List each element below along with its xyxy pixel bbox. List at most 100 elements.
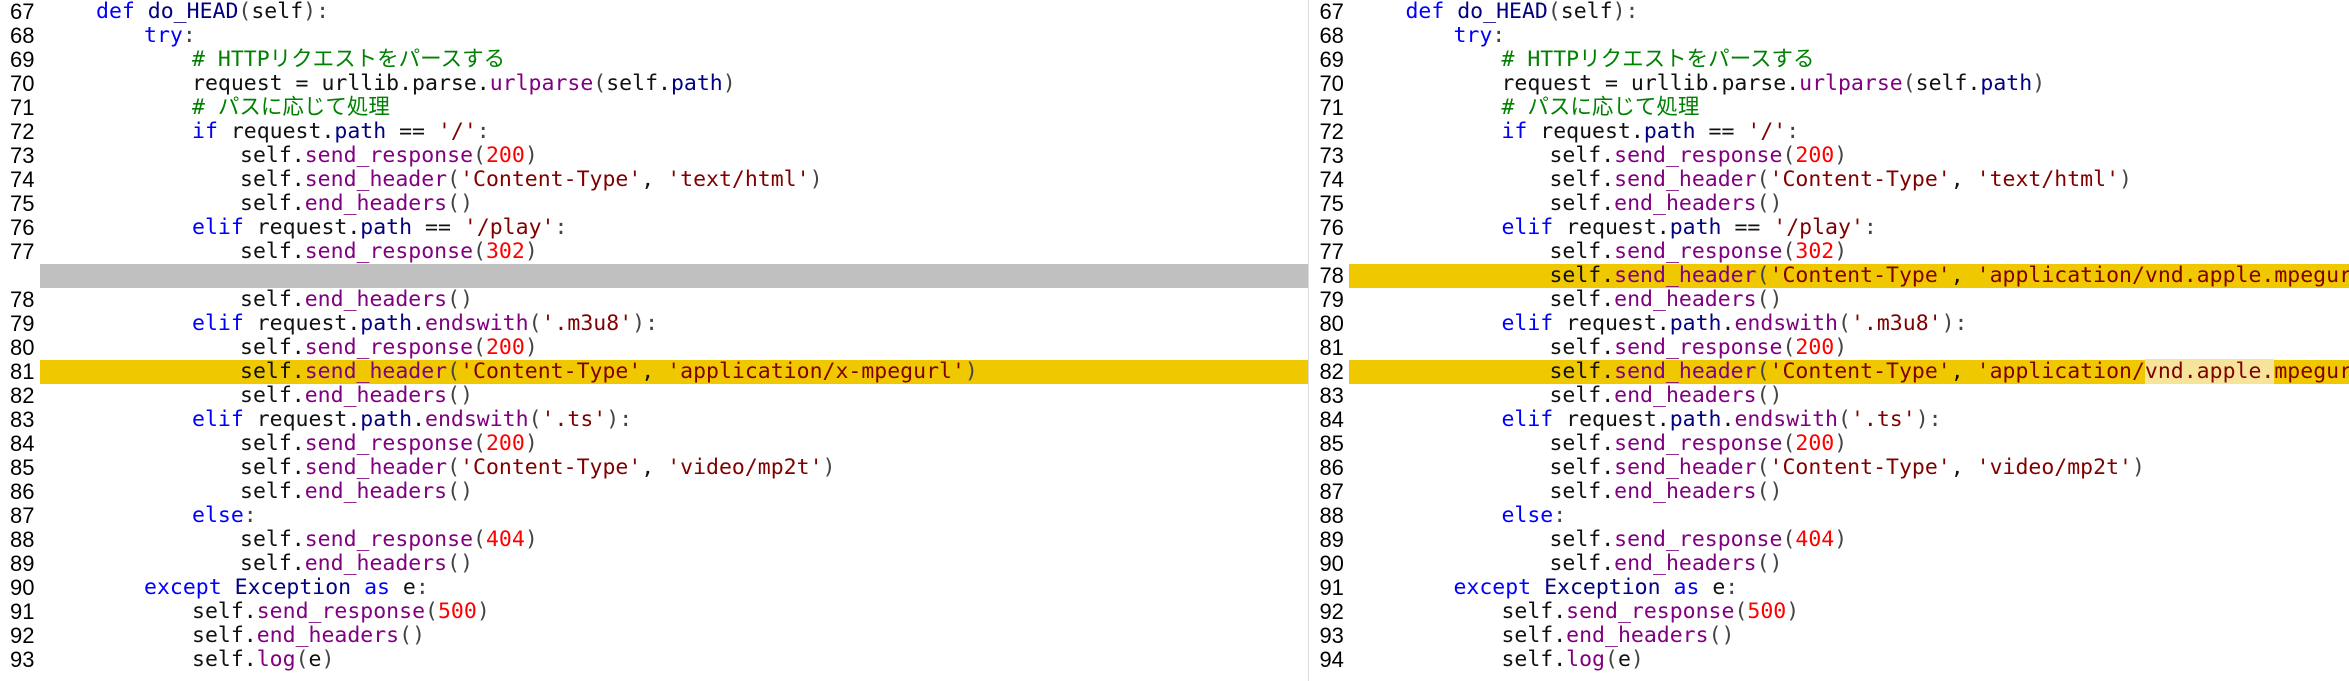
line-number: 89 — [1319, 527, 1344, 552]
code-token: ( — [1838, 311, 1851, 336]
code-text: self.send_header('Content-Type', 'text/h… — [40, 168, 1308, 192]
line-number: 74 — [1319, 167, 1344, 192]
code-token: self. — [240, 479, 305, 504]
code-token: ): — [1915, 407, 1942, 432]
code-token: send_header — [304, 167, 448, 192]
line-number: 71 — [1319, 95, 1344, 120]
code-token: self. — [1549, 455, 1615, 480]
code-token: 'application/ — [1976, 359, 2145, 384]
code-token: == — [412, 215, 464, 240]
code-line: 92 self.end_headers() — [0, 624, 1308, 648]
code-token: self. — [1501, 623, 1567, 648]
line-number: 87 — [10, 503, 35, 528]
code-token: request. — [1553, 215, 1670, 240]
code-line: 75 self.end_headers() — [0, 192, 1308, 216]
code-token: ( — [473, 239, 486, 264]
code-token: ) — [524, 143, 538, 168]
line-number: 79 — [10, 311, 35, 336]
code-line: 68 try: — [0, 24, 1308, 48]
code-token: 'Content-Type' — [1769, 263, 1951, 288]
code-token: send_response — [1614, 239, 1783, 264]
line-number: 68 — [1319, 23, 1344, 48]
code-token: ) — [524, 527, 538, 552]
code-token: ( — [473, 335, 486, 360]
code-line: 69 # HTTPリクエストをパースする — [1309, 48, 2349, 72]
line-number: 69 — [10, 47, 35, 72]
code-text: self.send_header('Content-Type', 'applic… — [1349, 359, 2349, 384]
left-pane-original[interactable]: 67 def do_HEAD(self): 68 try: 69 # HTTPリクエストを… — [0, 0, 1309, 681]
code-text: self.send_header('Content-Type', 'video/… — [1349, 456, 2349, 480]
code-token: request. — [217, 119, 335, 144]
code-text: else: — [1349, 504, 2349, 528]
code-token: send_response — [304, 143, 474, 168]
code-token: end_headers — [1614, 383, 1757, 408]
code-token: e — [389, 575, 416, 600]
code-token: ): — [606, 407, 633, 432]
code-line: 82 self.end_headers() — [0, 384, 1308, 408]
line-number: 80 — [1319, 311, 1344, 336]
code-token: request. — [243, 407, 361, 432]
code-token: self. — [1549, 479, 1615, 504]
code-token: 'Content-Type' — [460, 167, 642, 192]
code-text: self.send_response(200) — [40, 144, 1308, 168]
code-token: # パスに応じて処理 — [192, 95, 390, 120]
code-token: ) — [524, 335, 538, 360]
code-token: self. — [240, 527, 305, 552]
code-line: 72 if request.path == '/': — [0, 120, 1308, 144]
code-token: elif — [1501, 311, 1554, 336]
code-token: ( — [238, 0, 252, 24]
code-text: elif request.path == '/play': — [40, 216, 1308, 240]
code-text: elif request.path == '/play': — [1349, 216, 2349, 240]
code-token: elif — [192, 311, 244, 336]
code-token: send_response — [1566, 599, 1735, 624]
code-token: end_headers — [304, 287, 448, 312]
code-token: 200 — [485, 143, 525, 168]
code-token: ( — [425, 599, 438, 624]
code-line: 81 self.send_response(200) — [1309, 336, 2349, 360]
code-line: 85 self.send_header('Content-Type', 'vide… — [0, 456, 1308, 480]
code-text: if request.path == '/': — [40, 120, 1308, 144]
code-token: 200 — [1795, 335, 1835, 360]
code-token: : — [1863, 215, 1877, 240]
code-token: else — [1501, 503, 1554, 528]
code-text: self.log(e) — [40, 648, 1308, 672]
code-line: 93 self.end_headers() — [1309, 624, 2349, 648]
code-token: self. — [1549, 263, 1615, 288]
code-line: 70 request = urllib.parse.urlparse(self.p… — [1309, 72, 2349, 96]
code-text: request = urllib.parse.urlparse(self.pat… — [1349, 72, 2349, 96]
code-text: self.end_headers() — [1349, 624, 2349, 648]
line-number: 75 — [10, 191, 35, 216]
code-token: '/' — [1747, 119, 1787, 144]
code-token: 200 — [485, 431, 525, 456]
code-text: self.send_response(302) — [40, 240, 1308, 264]
code-text: def do_HEAD(self): — [40, 0, 1308, 24]
code-text: self.send_response(200) — [1349, 336, 2349, 360]
line-number: 81 — [10, 359, 35, 384]
code-token: . — [412, 407, 426, 432]
code-token: end_headers — [1614, 551, 1757, 576]
line-number: 78 — [1319, 263, 1344, 288]
code-token: () — [447, 191, 474, 216]
right-pane-modified[interactable]: 67 def do_HEAD(self): 68 try: 69 # HTTPリクエストを… — [1309, 0, 2349, 681]
line-number: 77 — [1319, 239, 1344, 264]
code-token: send_response — [1614, 527, 1783, 552]
code-token: : — [243, 503, 257, 528]
diff-changed-line: 82 self.send_header('Content-Type', 'appl… — [1309, 359, 2349, 384]
code-token: request. — [243, 215, 361, 240]
code-token: self. — [606, 71, 671, 96]
code-token: self. — [240, 335, 305, 360]
code-token: 'text/html' — [667, 167, 810, 192]
code-token: send_header — [1614, 455, 1757, 480]
code-token: '.m3u8' — [1850, 311, 1942, 336]
code-token: '.m3u8' — [541, 311, 633, 336]
code-line: 83 elif request.path.endswith('.ts'): — [0, 408, 1308, 432]
code-token: == — [1721, 215, 1774, 240]
line-number: 82 — [10, 383, 35, 408]
code-token: () — [447, 287, 474, 312]
code-token: do_HEAD — [147, 0, 239, 24]
code-token: ): — [303, 0, 330, 24]
code-token: self. — [240, 239, 305, 264]
code-line: 87 self.end_headers() — [1309, 480, 2349, 504]
code-token: self. — [1549, 143, 1615, 168]
